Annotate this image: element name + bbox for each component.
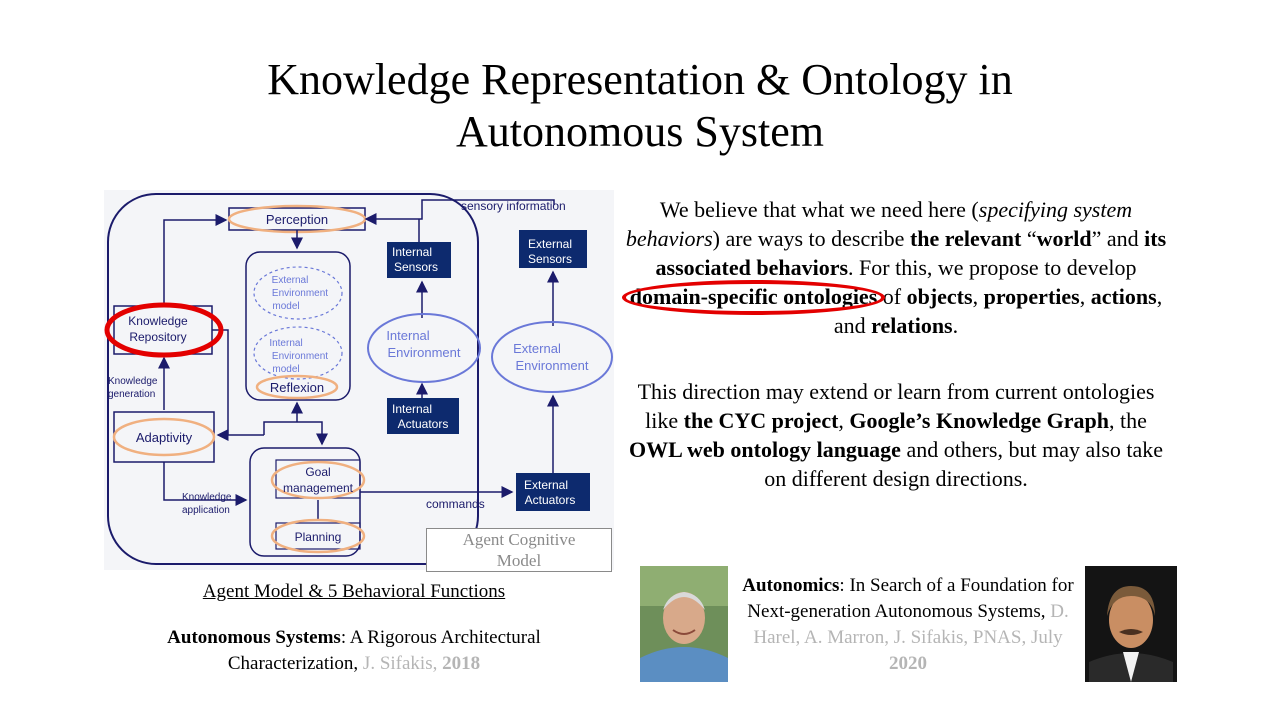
external-env-model-label-3: model xyxy=(272,301,299,312)
commands-label: commands xyxy=(426,497,485,511)
external-actuators-label-2: Actuators xyxy=(525,493,576,507)
left-reference-text1: : A Rigorous Architectural xyxy=(340,627,541,648)
para1-bold: the relevant xyxy=(909,226,1022,251)
para1-text: ) are ways to describe xyxy=(712,226,910,251)
paragraph-ontologies: We believe that what we need here (speci… xyxy=(621,195,1168,340)
para1-bold: world xyxy=(1036,226,1092,251)
left-reference-title: Autonomous Systems xyxy=(167,627,341,648)
internal-actuators-label-2: Actuators xyxy=(398,417,449,431)
external-sensors-label-2: Sensors xyxy=(528,252,572,266)
internal-env-model-label-3: model xyxy=(272,364,299,375)
para1-text: . For this, we propose to develop xyxy=(848,255,1137,280)
para1-bold: properties xyxy=(983,284,1080,309)
left-reference-text2: Characterization, xyxy=(227,653,363,674)
reflexion-label: Reflexion xyxy=(270,380,324,395)
external-sensors-label-1: External xyxy=(528,237,572,251)
para1-text: , xyxy=(972,284,984,309)
knowledge-generation-label-1: Knowledge xyxy=(108,376,158,387)
internal-environment-label-2: Environment xyxy=(388,345,461,360)
para1-bold: objects xyxy=(906,284,973,309)
domain-ontologies-highlight: domain-specific ontologies xyxy=(621,280,886,315)
para1-text: , xyxy=(1079,284,1091,309)
planning-label: Planning xyxy=(295,530,342,544)
internal-sensors-label-1: Internal xyxy=(392,245,432,259)
agent-cognitive-model-line1: Agent Cognitive xyxy=(462,530,576,549)
knowledge-repository-label-2: Repository xyxy=(129,330,186,344)
para2-bold: OWL web ontology language xyxy=(628,437,901,462)
left-reference: Autonomous Systems: A Rigorous Architect… xyxy=(104,625,604,677)
agent-model-diagram: Perception sensory information External … xyxy=(104,190,614,570)
para2-text: , xyxy=(838,408,850,433)
internal-sensors-label-2: Sensors xyxy=(394,260,438,274)
external-actuators-label-1: External xyxy=(524,478,568,492)
person-photo-icon xyxy=(1085,566,1177,682)
para1-text: ” and xyxy=(1091,226,1145,251)
knowledge-application-label-1: Knowledge xyxy=(182,492,232,503)
para2-text: , the xyxy=(1108,408,1147,433)
slide-title-line1: Knowledge Representation & Ontology in xyxy=(267,55,1013,104)
internal-actuators-label-1: Internal xyxy=(392,402,432,416)
goal-management-label-1: Goal xyxy=(305,465,330,479)
para1-text: . xyxy=(952,313,959,338)
para1-text: We believe that what we need here ( xyxy=(659,197,979,222)
right-reference-year: 2020 xyxy=(889,653,927,674)
left-reference-year: 2018 xyxy=(442,653,481,674)
adaptivity-label: Adaptivity xyxy=(136,430,193,445)
red-circle-highlight xyxy=(621,280,886,315)
left-reference-author: J. Sifakis, xyxy=(362,653,443,674)
perception-label: Perception xyxy=(266,212,328,227)
external-env-model-label-1: External xyxy=(272,275,309,286)
external-env-model-label-2: Environment xyxy=(272,288,328,299)
agent-cognitive-model-label: Agent Cognitive Model xyxy=(426,528,612,572)
sensory-information-label: sensory information xyxy=(461,199,566,213)
knowledge-application-label-2: application xyxy=(182,505,230,516)
slide-title: Knowledge Representation & Ontology in A… xyxy=(140,54,1140,158)
slide-title-line2: Autonomous System xyxy=(456,107,824,156)
para2-bold: Google’s Knowledge Graph xyxy=(849,408,1109,433)
person-photo-icon xyxy=(640,566,728,682)
para1-text: “ xyxy=(1021,226,1037,251)
diagram-caption: Agent Model & 5 Behavioral Functions xyxy=(202,581,506,602)
para2-bold: the CYC project xyxy=(683,408,839,433)
knowledge-repository-label-1: Knowledge xyxy=(128,314,188,328)
paragraph-direction: This direction may extend or learn from … xyxy=(624,377,1168,493)
right-reference-title: Autonomics xyxy=(742,575,840,596)
agent-model-svg: Perception sensory information External … xyxy=(104,190,614,570)
agent-cognitive-model-line2: Model xyxy=(496,551,542,570)
internal-environment-label-1: Internal xyxy=(386,328,429,343)
knowledge-generation-label-2: generation xyxy=(108,389,155,400)
para1-bold: actions xyxy=(1090,284,1157,309)
internal-env-model-label-2: Environment xyxy=(272,351,328,362)
para1-bold: relations xyxy=(871,313,953,338)
right-reference: Autonomics: In Search of a Foundation fo… xyxy=(740,573,1076,677)
external-environment-label-2: Environment xyxy=(516,358,589,373)
external-environment-label-1: External xyxy=(513,341,561,356)
goal-management-label-2: management xyxy=(283,481,354,495)
internal-env-model-label-1: Internal xyxy=(269,338,302,349)
